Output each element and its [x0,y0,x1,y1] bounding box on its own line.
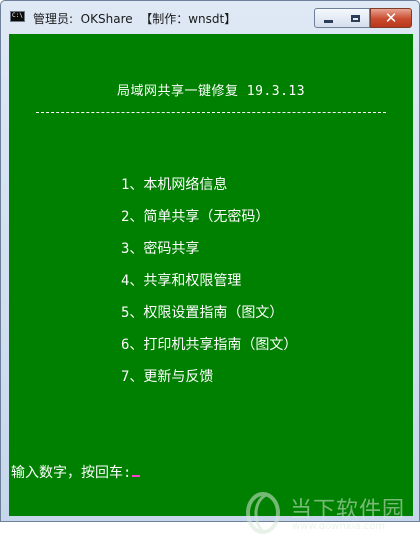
console-area[interactable]: 局域网共享一键修复 19.3.13 1、本机网络信息 2、简单共享（无密码） 3… [9,34,413,535]
dashed-divider [36,112,386,113]
watermark-name: 当下软件园 [290,498,406,523]
menu-item-permission-guide: 5、权限设置指南（图文） [121,305,284,321]
menu-item-update-feedback: 7、更新与反馈 [121,369,214,385]
window-title: 管理员: OKShare 【制作：wnsdt】 [33,12,237,26]
close-icon: ✕ [384,8,398,27]
text-cursor [132,475,141,477]
minimize-icon [324,20,333,23]
cmd-app-icon[interactable]: C:\ [10,11,25,22]
maximize-icon [351,14,360,22]
prompt-label: 输入数字，按回车: [11,465,132,481]
title-bar[interactable]: C:\ 管理员: OKShare 【制作：wnsdt】 ✕ [1,1,419,33]
menu-item-password-share: 3、密码共享 [121,241,200,257]
menu-item-simple-share: 2、简单共享（无密码） [121,209,270,225]
watermark-logo-icon [246,492,280,535]
watermark-url: www.downxia.com [292,521,386,532]
app-icon-text: C:\ [12,12,23,19]
minimize-button[interactable] [314,8,343,28]
console-heading: 局域网共享一键修复 19.3.13 [116,84,306,99]
console-window: C:\ 管理员: OKShare 【制作：wnsdt】 ✕ 局域网共享一键修复 … [0,0,420,535]
input-prompt[interactable]: 输入数字，按回车: [11,462,141,482]
close-button[interactable]: ✕ [370,8,412,28]
watermark: 当下软件园 www.downxia.com [242,489,412,544]
menu-item-printer-guide: 6、打印机共享指南（图文） [121,337,298,353]
menu-item-network-info: 1、本机网络信息 [121,177,228,193]
menu-item-share-permissions: 4、共享和权限管理 [121,273,242,289]
menu-list: 1、本机网络信息 2、简单共享（无密码） 3、密码共享 4、共享和权限管理 5、… [121,176,297,400]
maximize-button[interactable] [342,8,370,28]
